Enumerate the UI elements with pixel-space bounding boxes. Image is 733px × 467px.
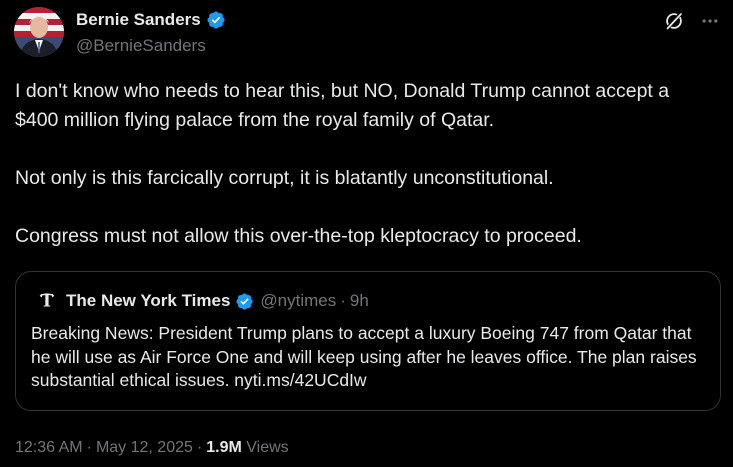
tweet: Bernie Sanders @BernieSanders I don't kn… <box>0 0 733 467</box>
verified-badge-icon[interactable] <box>206 10 226 30</box>
separator-dot: · <box>86 439 92 456</box>
author-handle[interactable]: @BernieSanders <box>76 35 206 57</box>
author-name-row[interactable]: Bernie Sanders <box>76 9 226 31</box>
portrait-avatar <box>14 7 64 57</box>
tweet-paragraph: Not only is this farcically corrupt, it … <box>15 167 554 189</box>
separator-dot: · <box>340 291 346 310</box>
quoted-tweet[interactable]: T The New York Times @nytimes · 9h Break… <box>15 271 721 411</box>
separator-dot: · <box>196 439 203 456</box>
nyt-logo-icon[interactable]: T <box>37 291 57 311</box>
views-label: Views <box>246 439 289 456</box>
grok-button[interactable] <box>661 8 687 34</box>
views-count[interactable]: 1.9M <box>206 439 242 456</box>
quoted-author-name[interactable]: The New York Times <box>66 291 230 311</box>
tweet-text: I don't know who needs to hear this, but… <box>15 77 715 251</box>
author-avatar[interactable] <box>14 7 64 57</box>
more-options-button[interactable] <box>697 8 723 34</box>
quoted-author-handle[interactable]: @nytimes <box>260 291 336 311</box>
quoted-timestamp[interactable]: 9h <box>350 291 369 311</box>
grok-icon <box>665 11 683 31</box>
quoted-tweet-header: T The New York Times @nytimes · 9h <box>37 290 369 312</box>
tweet-meta: 12:36 AM · May 12, 2025 · 1.9M Views <box>15 437 289 459</box>
tweet-date[interactable]: May 12, 2025 <box>96 439 193 456</box>
tweet-paragraph: Congress must not allow this over-the-to… <box>15 225 582 247</box>
verified-badge-icon[interactable] <box>235 292 254 311</box>
author-name[interactable]: Bernie Sanders <box>76 9 201 31</box>
tweet-paragraph: I don't know who needs to hear this, but… <box>15 80 670 131</box>
quoted-tweet-text: Breaking News: President Trump plans to … <box>31 323 697 390</box>
tweet-time[interactable]: 12:36 AM <box>15 439 83 456</box>
more-icon <box>702 19 718 23</box>
